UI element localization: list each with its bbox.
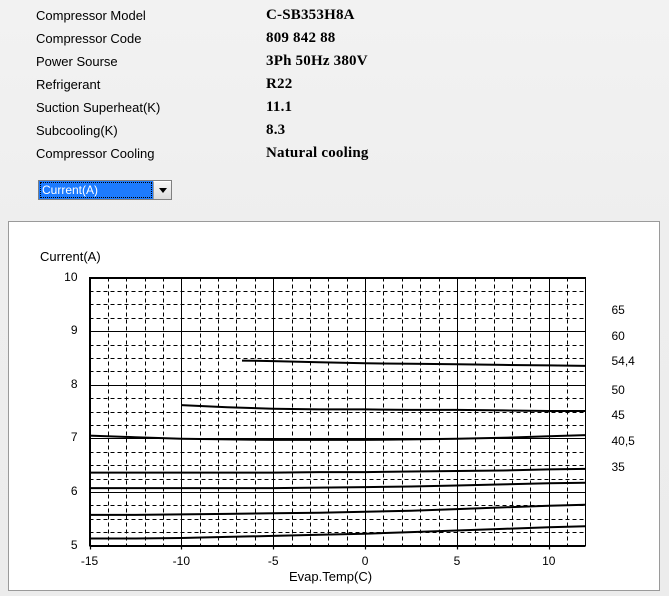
table-row: Suction Superheat(K) 11.1 <box>36 96 369 119</box>
series-line-65 <box>241 359 586 367</box>
table-row: Power Sourse 3Ph 50Hz 380V <box>36 50 369 73</box>
series-label-60: 60 <box>611 329 625 343</box>
y-tick-label-6: 6 <box>70 483 78 498</box>
series-label-35: 35 <box>611 460 625 474</box>
x-tick-label-0: 0 <box>361 553 369 568</box>
series-label-54-4: 54,4 <box>611 354 635 368</box>
chevron-down-icon[interactable] <box>153 181 171 199</box>
table-row: Compressor Code 809 842 88 <box>36 27 369 50</box>
chart-variable-select[interactable]: Current(A) <box>38 180 172 200</box>
x-tick-label-5: 5 <box>453 553 461 568</box>
spec-table: Compressor Model C-SB353H8A Compressor C… <box>36 4 369 165</box>
chart-variable-select-value[interactable]: Current(A) <box>39 181 153 199</box>
table-row: Refrigerant R22 <box>36 73 369 96</box>
x-tick-label--10: -10 <box>172 553 191 568</box>
y-tick-label-5: 5 <box>70 537 78 552</box>
table-row: Subcooling(K) 8.3 <box>36 119 369 142</box>
y-tick-label-9: 9 <box>70 323 78 338</box>
spec-value-subcooling: 8.3 <box>266 122 286 138</box>
spec-value-compressor-code: 809 842 88 <box>266 30 336 46</box>
y-tick-label-8: 8 <box>70 376 78 391</box>
spec-label-subcooling: Subcooling(K) <box>36 123 118 138</box>
table-row: Compressor Model C-SB353H8A <box>36 4 369 27</box>
spec-label-compressor-cooling: Compressor Cooling <box>36 146 155 161</box>
series-label-40-5: 40,5 <box>611 434 635 448</box>
y-tick-label-7: 7 <box>70 430 78 445</box>
series-label-45: 45 <box>611 408 625 422</box>
table-row: Compressor Cooling Natural cooling <box>36 142 369 165</box>
spec-value-compressor-model: C-SB353H8A <box>266 7 355 23</box>
y-tick-label-10: 10 <box>64 269 78 284</box>
spec-label-power-sourse: Power Sourse <box>36 54 118 69</box>
compressor-spec-panel: Compressor Model C-SB353H8A Compressor C… <box>0 0 669 216</box>
x-tick-label--15: -15 <box>80 553 99 568</box>
performance-chart <box>88 276 587 550</box>
spec-label-compressor-code: Compressor Code <box>36 31 142 46</box>
spec-value-refrigerant: R22 <box>266 76 293 92</box>
x-tick-label-10: 10 <box>542 553 556 568</box>
series-label-65: 65 <box>611 303 625 317</box>
series-line-54-4 <box>89 434 586 441</box>
x-tick-label--5: -5 <box>267 553 279 568</box>
spec-value-suction-superheat: 11.1 <box>266 99 293 115</box>
spec-label-refrigerant: Refrigerant <box>36 77 101 92</box>
series-label-50: 50 <box>611 383 625 397</box>
spec-value-compressor-cooling: Natural cooling <box>266 145 369 161</box>
spec-label-suction-superheat: Suction Superheat(K) <box>36 100 161 115</box>
spec-value-power-sourse: 3Ph 50Hz 380V <box>266 53 368 69</box>
chart-panel: Current(A) Evap.Temp(C) 5 6 7 8 9 10 -15 -10 -5… <box>8 221 660 591</box>
spec-label-compressor-model: Compressor Model <box>36 8 146 23</box>
chart-inner: Current(A) Evap.Temp(C) 5 6 7 8 9 10 -15 -10 -5… <box>9 222 659 590</box>
